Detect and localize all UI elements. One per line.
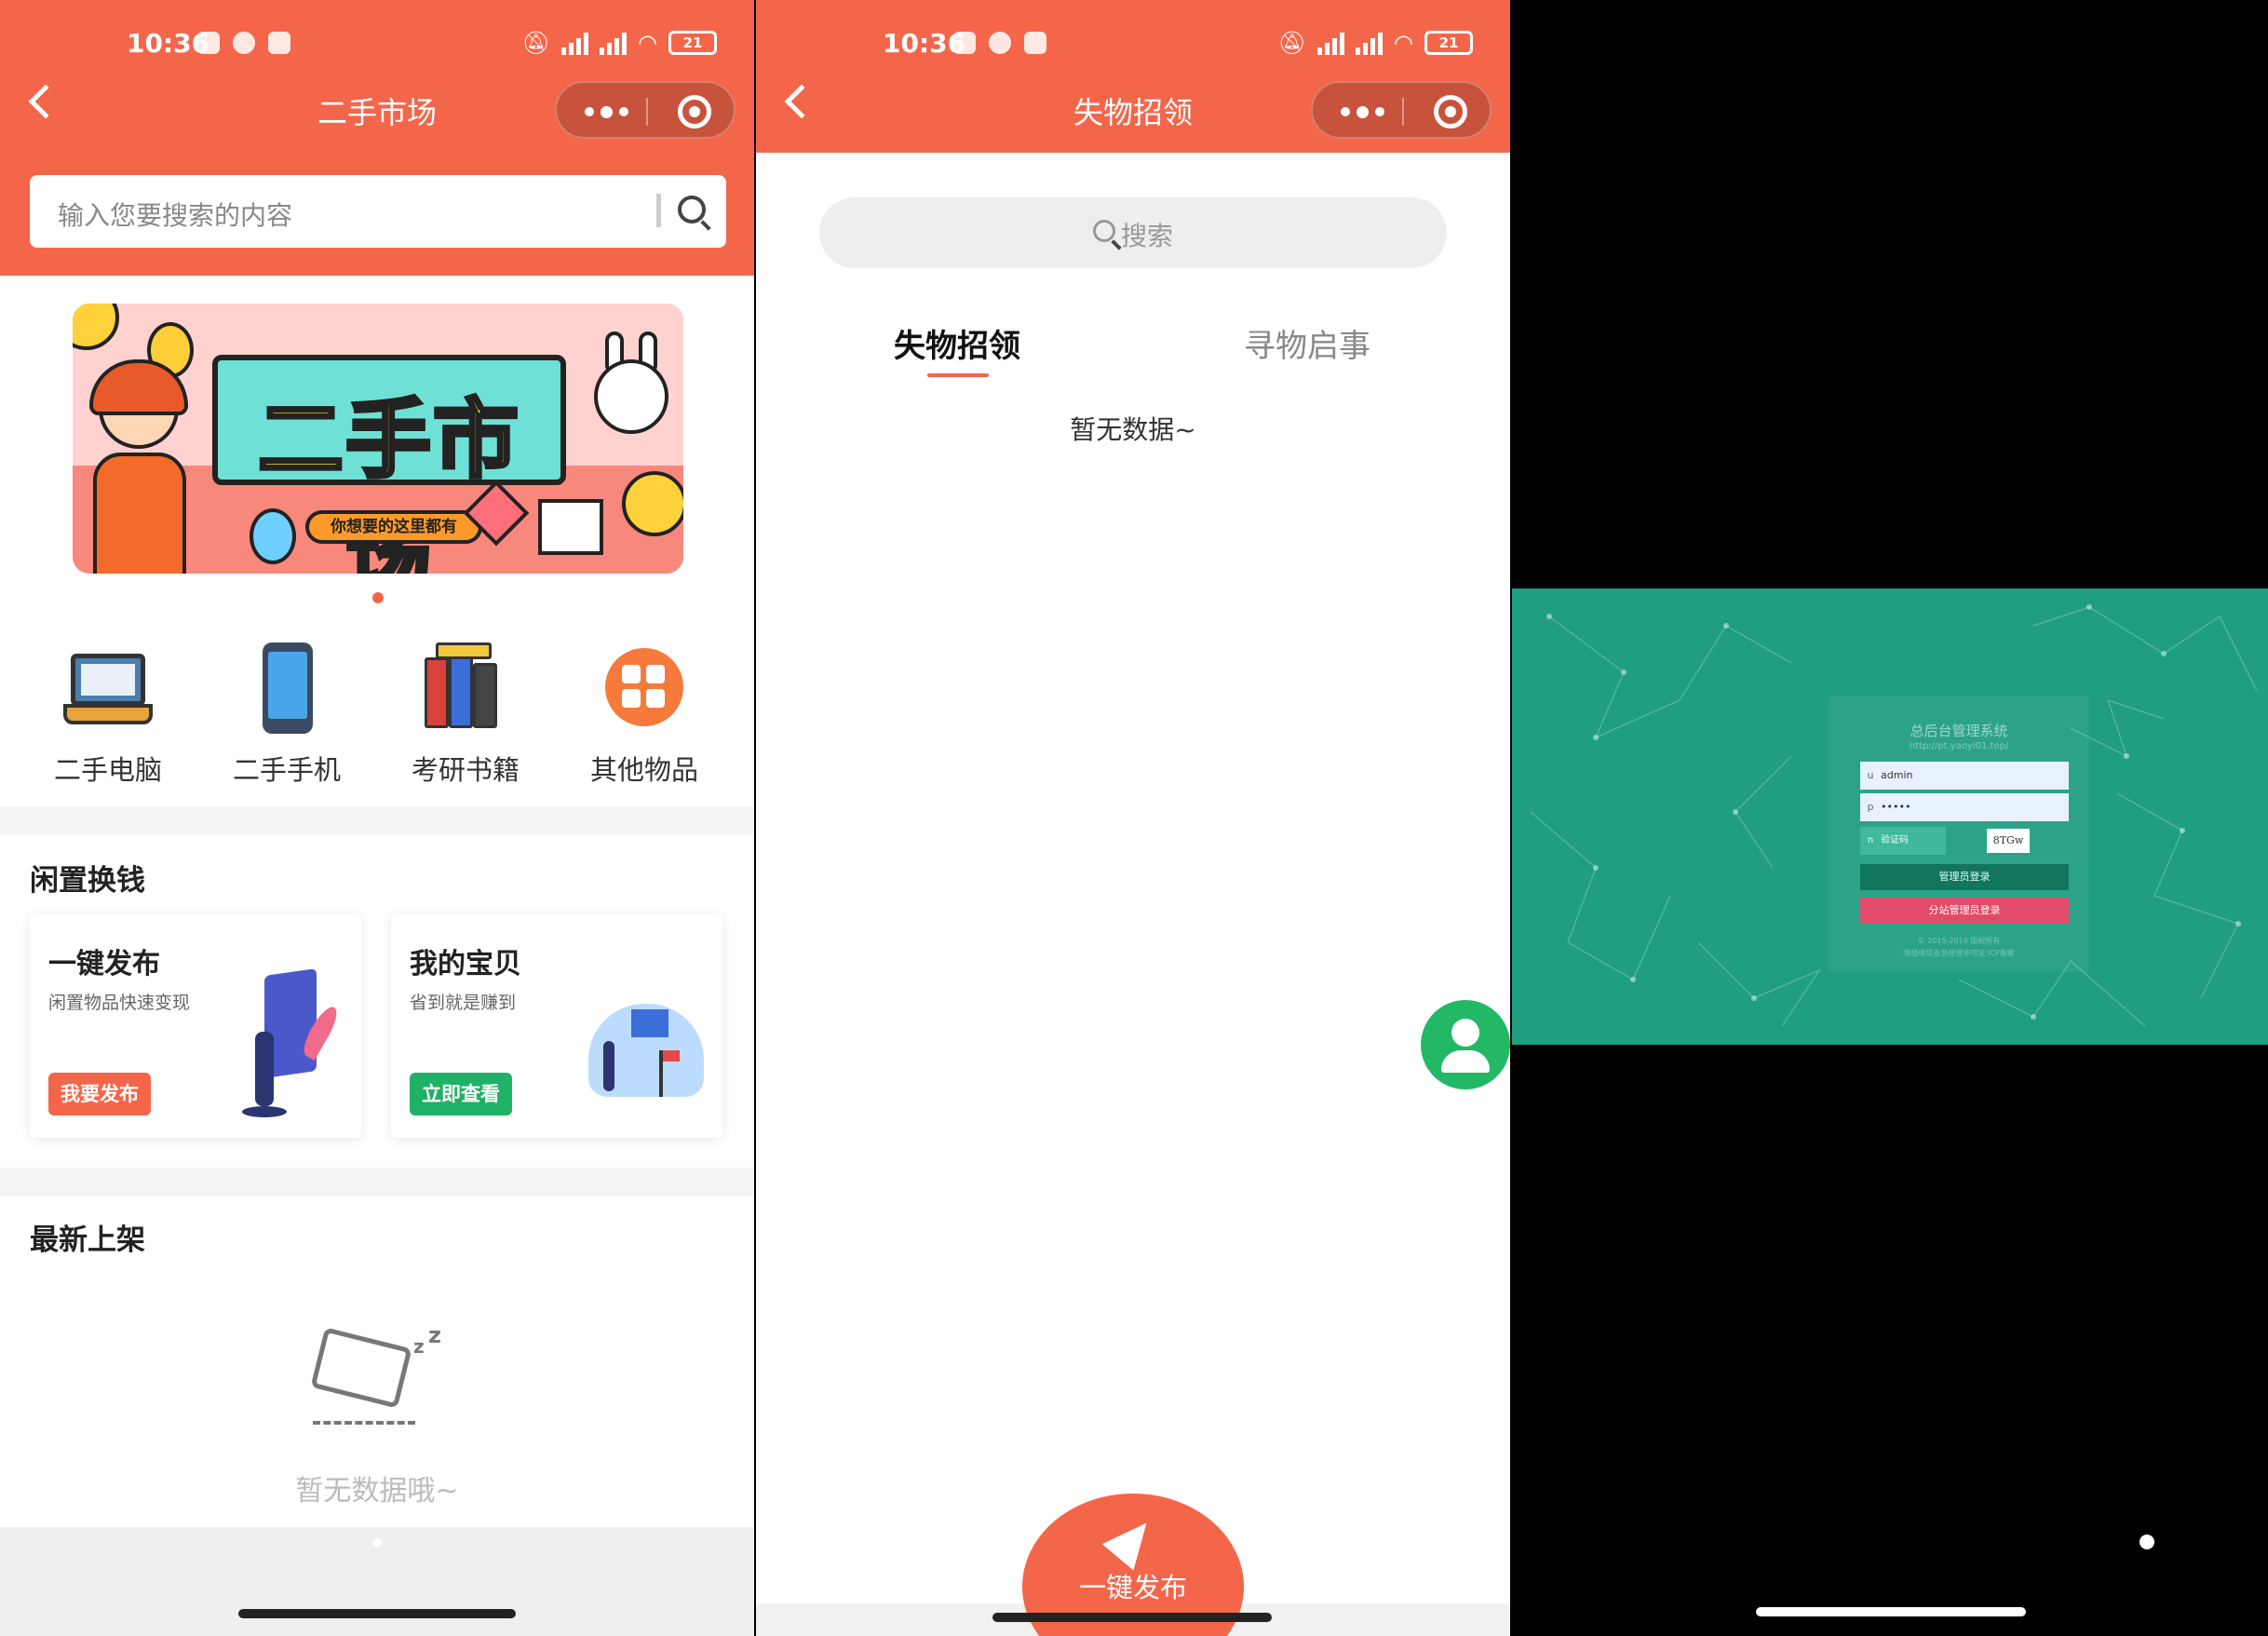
category-item[interactable]: 其他物品: [555, 633, 734, 788]
phone-icon: [242, 642, 331, 734]
books-icon: [421, 642, 510, 732]
empty-message: 暂无数据~: [1070, 414, 1196, 445]
laptop-icon: [63, 642, 153, 732]
grid-icon: [600, 642, 689, 732]
captcha-field[interactable]: n 验证码: [1860, 827, 1946, 855]
empty-state-icon: z z: [309, 1322, 441, 1430]
admin-login-preview: 总后台管理系统 http://pt.yaoyi01.top/ u admin p •…: [1512, 588, 2268, 1045]
mute-icon: 🔕︎: [1277, 30, 1307, 56]
category-item[interactable]: 二手手机: [197, 633, 376, 788]
login-panel: 总后台管理系统 http://pt.yaoyi01.top/ u admin p •…: [1829, 696, 2089, 972]
message-icon: [268, 32, 290, 54]
cartoon-bunny: [594, 331, 674, 443]
empty-message: 暂无数据哦~: [295, 1475, 459, 1508]
market-header: 10:36 🔕︎ ◠ 21 二手市场 输入您要搜索的内容: [0, 0, 754, 276]
category-grid: 二手电脑 二手手机 考研书籍 其他物品: [0, 633, 754, 791]
search-placeholder: 输入您要搜索的内容: [58, 200, 293, 231]
signal-icon: [600, 31, 628, 55]
home-indicator[interactable]: [238, 1609, 516, 1618]
login-url: http://pt.yaoyi01.top/: [1909, 741, 2009, 751]
view-button[interactable]: 立即查看: [410, 1073, 512, 1115]
phone-person-illustration: [209, 967, 348, 1125]
more-icon[interactable]: [1341, 106, 1384, 118]
close-target-icon[interactable]: [678, 95, 711, 128]
mini-program-capsule: [555, 81, 736, 139]
battery-icon: 21: [668, 31, 717, 55]
signal-icon: [561, 31, 589, 55]
category-item[interactable]: 二手电脑: [19, 633, 197, 788]
more-icon[interactable]: [585, 106, 628, 118]
battery-icon: 21: [1424, 31, 1473, 55]
password-field[interactable]: p •••••: [1860, 793, 2069, 821]
market-screen: 10:36 🔕︎ ◠ 21 二手市场 输入您要搜索的内容 二手市场 你想要的这里…: [0, 0, 754, 1636]
search-input[interactable]: 搜索: [819, 197, 1447, 268]
user-icon[interactable]: [1421, 1000, 1510, 1089]
lost-found-header: 10:36 🔕︎ ◠ 21 失物招领: [756, 0, 1510, 153]
nav-bar: 失物招领: [756, 76, 1510, 143]
publish-card[interactable]: 一键发布 闲置物品快速变现 我要发布: [30, 914, 361, 1138]
notification-icon: [197, 32, 220, 54]
home-indicator[interactable]: [1756, 1607, 2026, 1616]
wifi-icon: ◠: [638, 30, 657, 56]
nav-bar: 二手市场: [0, 76, 754, 143]
close-target-icon[interactable]: [1434, 95, 1467, 128]
publish-button[interactable]: 我要发布: [48, 1073, 151, 1115]
signal-icon: [1317, 31, 1345, 55]
my-items-card[interactable]: 我的宝贝 省到就是赚到 立即查看: [391, 914, 722, 1138]
house-illustration: [570, 967, 709, 1125]
mute-icon: 🔕︎: [521, 30, 551, 56]
page-indicator: [2140, 1535, 2154, 1549]
search-icon[interactable]: [678, 196, 706, 223]
banner-indicator: [372, 592, 384, 603]
login-title: 总后台管理系统: [1910, 723, 2008, 739]
section-title: 最新上架: [30, 1224, 145, 1257]
banner-tag: 你想要的这里都有: [305, 510, 482, 544]
wifi-icon: ◠: [1394, 30, 1413, 56]
gift-icon: [538, 499, 603, 555]
message-icon: [1024, 32, 1046, 54]
promo-banner[interactable]: 二手市场 你想要的这里都有: [73, 304, 683, 574]
app-icon: [233, 32, 255, 54]
tab-looking-for[interactable]: 寻物启事: [1244, 320, 1370, 366]
home-indicator[interactable]: [992, 1613, 1272, 1622]
search-input[interactable]: 输入您要搜索的内容: [30, 175, 726, 248]
app-icon: [989, 32, 1011, 54]
notification-icon: [953, 32, 976, 54]
tab-lost-found[interactable]: 失物招领: [894, 320, 1020, 377]
lost-found-screen: 10:36 🔕︎ ◠ 21 失物招领 搜索 失物招领 寻物启事 暂无数据~ 一键…: [756, 0, 1510, 1636]
section-title: 闲置换钱: [30, 864, 145, 898]
username-field[interactable]: u admin: [1860, 762, 2069, 790]
admin-preview-screen: 总后台管理系统 http://pt.yaoyi01.top/ u admin p •…: [1512, 0, 2268, 1636]
mini-program-capsule: [1311, 81, 1492, 139]
category-item[interactable]: 考研书籍: [376, 633, 555, 788]
captcha-image[interactable]: 8TGw: [1987, 829, 2030, 853]
signal-icon: [1356, 31, 1384, 55]
admin-login-button[interactable]: 管理员登录: [1860, 864, 2069, 890]
paper-plane-icon: [1101, 1509, 1163, 1571]
cartoon-girl: [82, 359, 194, 574]
branch-login-button[interactable]: 分站管理员登录: [1860, 898, 2069, 924]
